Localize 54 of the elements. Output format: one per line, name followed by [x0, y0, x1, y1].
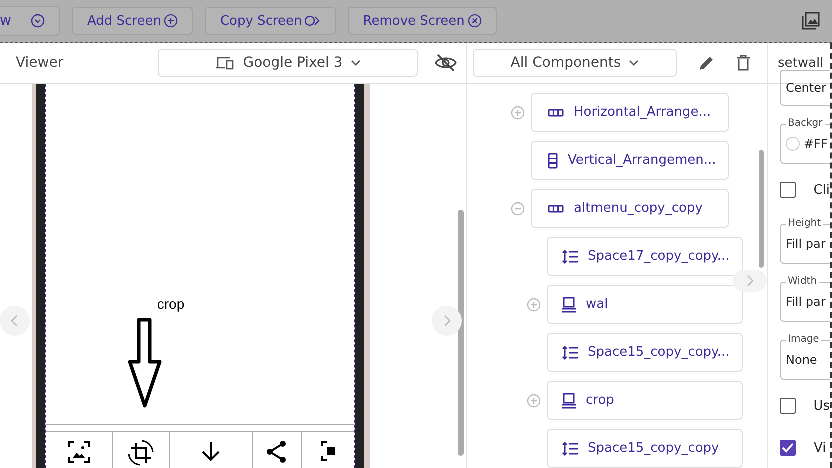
scroll-bar[interactable] — [458, 210, 464, 456]
chevron-down-icon — [629, 59, 640, 67]
color-swatch — [786, 137, 800, 151]
horizontal-arrangement-icon — [548, 204, 564, 212]
edit-pencil-icon[interactable] — [699, 55, 715, 71]
spacing-icon — [562, 250, 578, 264]
horizontal-arrangement-icon — [548, 108, 564, 116]
scroll-bar[interactable] — [759, 150, 764, 268]
copy-circle-icon — [305, 14, 322, 28]
screen-label: crop — [157, 296, 185, 312]
chevron-down-icon — [350, 59, 361, 67]
toolbar-label: w — [0, 13, 12, 29]
properties-title: setwall — [778, 56, 824, 70]
chevron-circle-icon[interactable] — [31, 14, 46, 28]
fullscreen-icon[interactable] — [321, 440, 335, 462]
hidden-eye-icon[interactable] — [435, 54, 457, 72]
delete-trash-icon[interactable] — [737, 55, 750, 71]
component-tree-item[interactable]: crop — [547, 381, 743, 420]
add-screen-button[interactable]: Add Screen — [72, 7, 194, 35]
alignment-field[interactable]: Center — [780, 70, 830, 106]
close-circle-icon — [468, 14, 482, 28]
checkbox-label: Cli — [814, 182, 830, 198]
checkbox[interactable] — [780, 182, 796, 198]
remove-screen-button[interactable]: Remove Screen — [348, 7, 497, 35]
component-tree-item[interactable]: wal — [547, 285, 743, 324]
download-arrow-icon[interactable] — [201, 440, 221, 462]
component-tree-item[interactable]: Vertical_Arrangemen... — [531, 141, 729, 180]
monitor-icon — [562, 392, 576, 408]
gallery-icon[interactable] — [802, 12, 820, 30]
spacing-icon — [562, 442, 578, 456]
checkbox-label: Us — [814, 398, 830, 414]
component-tree-item[interactable]: Space15_copy_copy... — [547, 333, 743, 372]
viewer-title: Viewer — [16, 55, 65, 71]
copy-screen-button[interactable]: Copy Screen — [205, 7, 336, 35]
checkbox[interactable] — [780, 440, 796, 456]
image-frame-icon[interactable] — [67, 440, 91, 464]
components-filter-dropdown[interactable]: All Components — [473, 49, 677, 77]
vertical-arrangement-icon — [548, 152, 558, 168]
chevron-left-icon — [11, 315, 19, 327]
share-icon[interactable] — [265, 440, 289, 464]
device-dropdown[interactable]: Google Pixel 3 — [158, 49, 418, 77]
component-tree-item[interactable]: Horizontal_Arrange... — [531, 93, 729, 132]
component-tree-item[interactable]: Space15_copy_copy — [547, 429, 743, 468]
monitor-icon — [562, 296, 576, 312]
spacing-icon — [562, 346, 578, 360]
component-tree-item[interactable]: Space17_copy_copy... — [547, 237, 743, 276]
plus-circle-icon — [164, 14, 178, 28]
chevron-right-icon — [746, 275, 754, 287]
crop-rotate-icon[interactable] — [128, 440, 154, 466]
chevron-right-icon — [443, 315, 451, 327]
checkbox[interactable] — [780, 398, 796, 414]
component-tree-item[interactable]: altmenu_copy_copy — [531, 189, 729, 228]
devices-icon — [215, 56, 236, 70]
checkbox-label: Vi — [814, 440, 826, 456]
